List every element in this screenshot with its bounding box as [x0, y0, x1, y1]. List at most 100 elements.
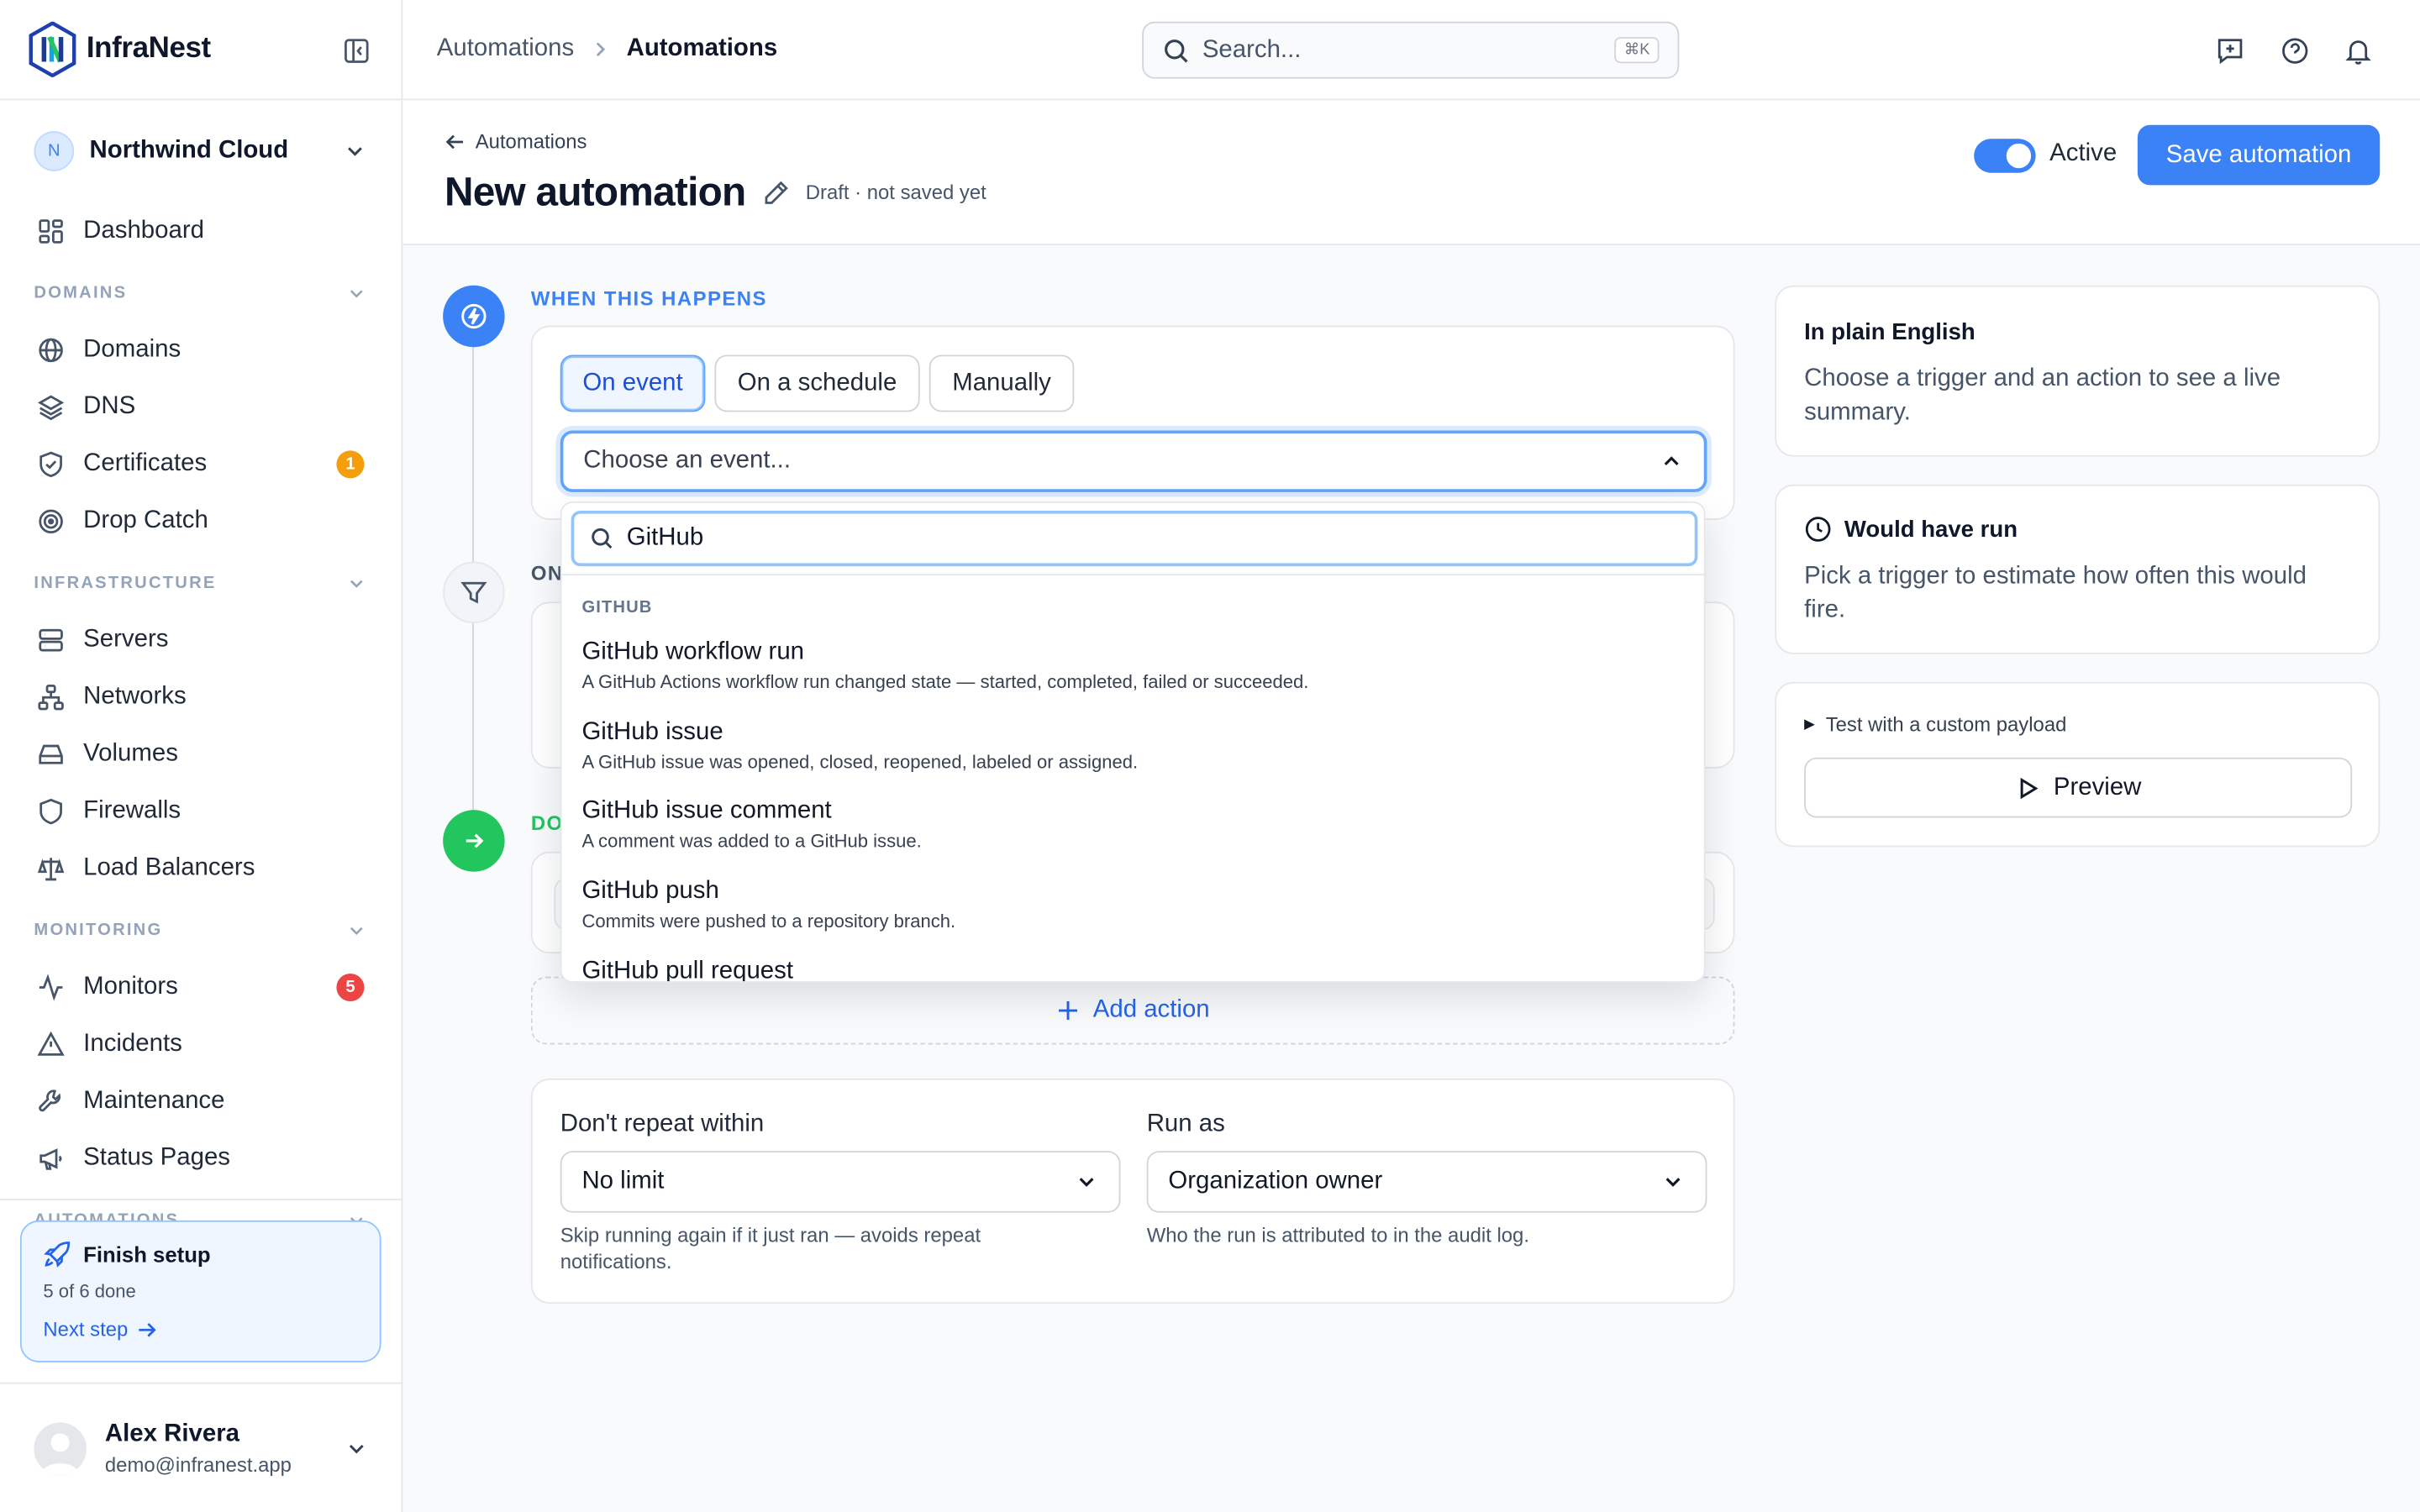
would-have-run-card: Would have run Pick a trigger to estimat… [1775, 484, 2381, 654]
sidebar-item-certificates[interactable]: Certificates 1 [0, 435, 402, 492]
user-menu[interactable]: Alex Rivera demo@infranest.app [0, 1382, 403, 1512]
runas-select[interactable]: Organization owner [1146, 1151, 1707, 1213]
add-action-label: Add action [1092, 996, 1210, 1023]
collapse-sidebar-icon[interactable] [343, 37, 371, 65]
tab-manually[interactable]: Manually [929, 354, 1075, 412]
sidebar-item-drop-catch[interactable]: Drop Catch [0, 492, 402, 549]
clock-icon [1805, 517, 1831, 542]
next-step-link[interactable]: Next step [43, 1318, 358, 1341]
runas-value: Organization owner [1168, 1168, 1383, 1194]
arrow-right-icon [466, 833, 484, 848]
nav-section-domains[interactable]: DOMAINS [0, 265, 402, 321]
user-info: Alex Rivera demo@infranest.app [105, 1420, 345, 1476]
brand-name: InfraNest [86, 32, 211, 66]
action-step-marker [443, 810, 505, 872]
sidebar-item-dns[interactable]: DNS [0, 378, 402, 435]
sidebar-item-incidents[interactable]: Incidents [0, 1016, 402, 1073]
arrow-left-icon [445, 134, 464, 149]
sidebar-item-label: Maintenance [83, 1086, 225, 1114]
org-switcher[interactable]: N Northwind Cloud [0, 100, 402, 202]
nav-section-label: DOMAINS [34, 283, 128, 303]
event-option-title: GitHub issue comment [581, 797, 832, 824]
dropdown-group-label: GITHUB [581, 598, 653, 617]
sidebar-divider [0, 1199, 403, 1200]
event-search-input[interactable] [626, 524, 1680, 553]
event-select-placeholder: Choose an event... [583, 447, 791, 474]
nav-section-label: MONITORING [34, 921, 163, 940]
finish-setup-card[interactable]: Finish setup 5 of 6 done Next step [19, 1220, 381, 1362]
plus-icon [1059, 1001, 1078, 1021]
search-icon [592, 528, 613, 549]
test-payload-label: Test with a custom payload [1825, 712, 2067, 737]
event-option-title: GitHub pull request [581, 958, 794, 984]
filter-icon [460, 581, 487, 604]
breadcrumb-item[interactable]: Automations [437, 35, 574, 63]
brand[interactable]: InfraNest [0, 0, 402, 101]
filter-step-marker [443, 561, 505, 624]
draft-status: Draft · not saved yet [805, 180, 986, 204]
user-email: demo@infranest.app [104, 1452, 292, 1476]
event-option-github-issue[interactable]: GitHub issue A GitHub issue was opened, … [581, 719, 1686, 773]
app-root: InfraNest N Northwind Cloud Dashboard DO… [0, 0, 2420, 1512]
sidebar-item-load-balancers[interactable]: Load Balancers [0, 839, 402, 896]
nav-section-monitoring[interactable]: MONITORING [0, 902, 402, 958]
save-automation-button[interactable]: Save automation [2137, 124, 2381, 186]
server-icon [39, 628, 63, 651]
event-select[interactable]: Choose an event... [560, 430, 1707, 492]
sidebar-item-label: Load Balancers [83, 853, 255, 880]
setup-progress: 5 of 6 done [43, 1280, 136, 1303]
nav-section-infrastructure[interactable]: INFRASTRUCTURE [0, 555, 402, 611]
chevron-down-icon [348, 147, 362, 156]
event-search-field[interactable] [571, 510, 1698, 567]
test-payload-toggle[interactable]: ▶ Test with a custom payload [1804, 713, 2066, 737]
event-option-github-push[interactable]: GitHub push Commits were pushed to a rep… [581, 878, 1686, 932]
trigger-step-marker [443, 285, 505, 348]
action-step-label: DO [530, 811, 564, 835]
sidebar-item-status-pages[interactable]: Status Pages [0, 1129, 402, 1186]
event-option-github-workflow-run[interactable]: GitHub workflow run A GitHub Actions wor… [581, 638, 1686, 692]
target-icon [39, 508, 63, 533]
sidebar-item-maintenance[interactable]: Maintenance [0, 1073, 402, 1130]
event-option-title: GitHub workflow run [581, 638, 805, 665]
tab-on-schedule[interactable]: On a schedule [714, 354, 920, 412]
feedback-icon[interactable] [2215, 35, 2246, 66]
org-avatar: N [34, 131, 75, 171]
breadcrumb-current: Automations [626, 35, 778, 62]
chevron-right-icon [596, 42, 605, 57]
event-option-desc: A comment was added to a GitHub issue. [581, 830, 922, 852]
sidebar-item-domains[interactable]: Domains [0, 321, 402, 378]
sidebar-item-label: DNS [83, 392, 136, 419]
active-toggle[interactable] [1974, 139, 2036, 173]
repeat-label: Don't repeat within [560, 1110, 765, 1137]
sidebar-item-networks[interactable]: Networks [0, 668, 402, 725]
search-input[interactable]: Search... ⌘K [1142, 21, 1680, 79]
sidebar-nav[interactable]: Dashboard DOMAINS Domains DNS Certificat… [0, 202, 402, 1301]
event-option-github-pull-request[interactable]: GitHub pull request [581, 958, 1686, 984]
sidebar-item-servers[interactable]: Servers [0, 611, 402, 668]
event-option-github-issue-comment[interactable]: GitHub issue comment A comment was added… [581, 798, 1686, 852]
topbar: Automations Automations Search... ⌘K [402, 0, 2420, 101]
sidebar-item-label: Volumes [83, 739, 178, 766]
event-dropdown[interactable]: GITHUB GitHub workflow run A GitHub Acti… [560, 501, 1706, 984]
back-link[interactable]: Automations [445, 129, 587, 153]
help-icon[interactable] [2280, 35, 2311, 66]
sidebar-item-volumes[interactable]: Volumes [0, 725, 402, 782]
user-name: Alex Rivera [104, 1420, 240, 1446]
shield-check-icon [39, 450, 62, 477]
tab-on-event[interactable]: On event [560, 354, 706, 412]
bell-icon[interactable] [2343, 35, 2374, 66]
preview-button[interactable]: Preview [1804, 757, 2353, 818]
sidebar-item-monitors[interactable]: Monitors 5 [0, 958, 402, 1016]
chevron-up-icon [1664, 456, 1679, 465]
sidebar-item-firewalls[interactable]: Firewalls [0, 782, 402, 839]
sidebar-item-dashboard[interactable]: Dashboard [0, 202, 402, 260]
breadcrumb: Automations Automations [437, 35, 777, 63]
dropdown-divider [561, 574, 1704, 576]
wrench-icon [39, 1089, 60, 1111]
sidebar-item-label: Servers [83, 625, 169, 653]
sidebar-item-label: Drop Catch [83, 507, 208, 533]
disclosure-triangle-icon: ▶ [1804, 716, 1815, 732]
add-action-button[interactable]: Add action [530, 976, 1735, 1045]
pencil-icon[interactable] [762, 179, 790, 207]
repeat-select[interactable]: No limit [560, 1151, 1121, 1213]
